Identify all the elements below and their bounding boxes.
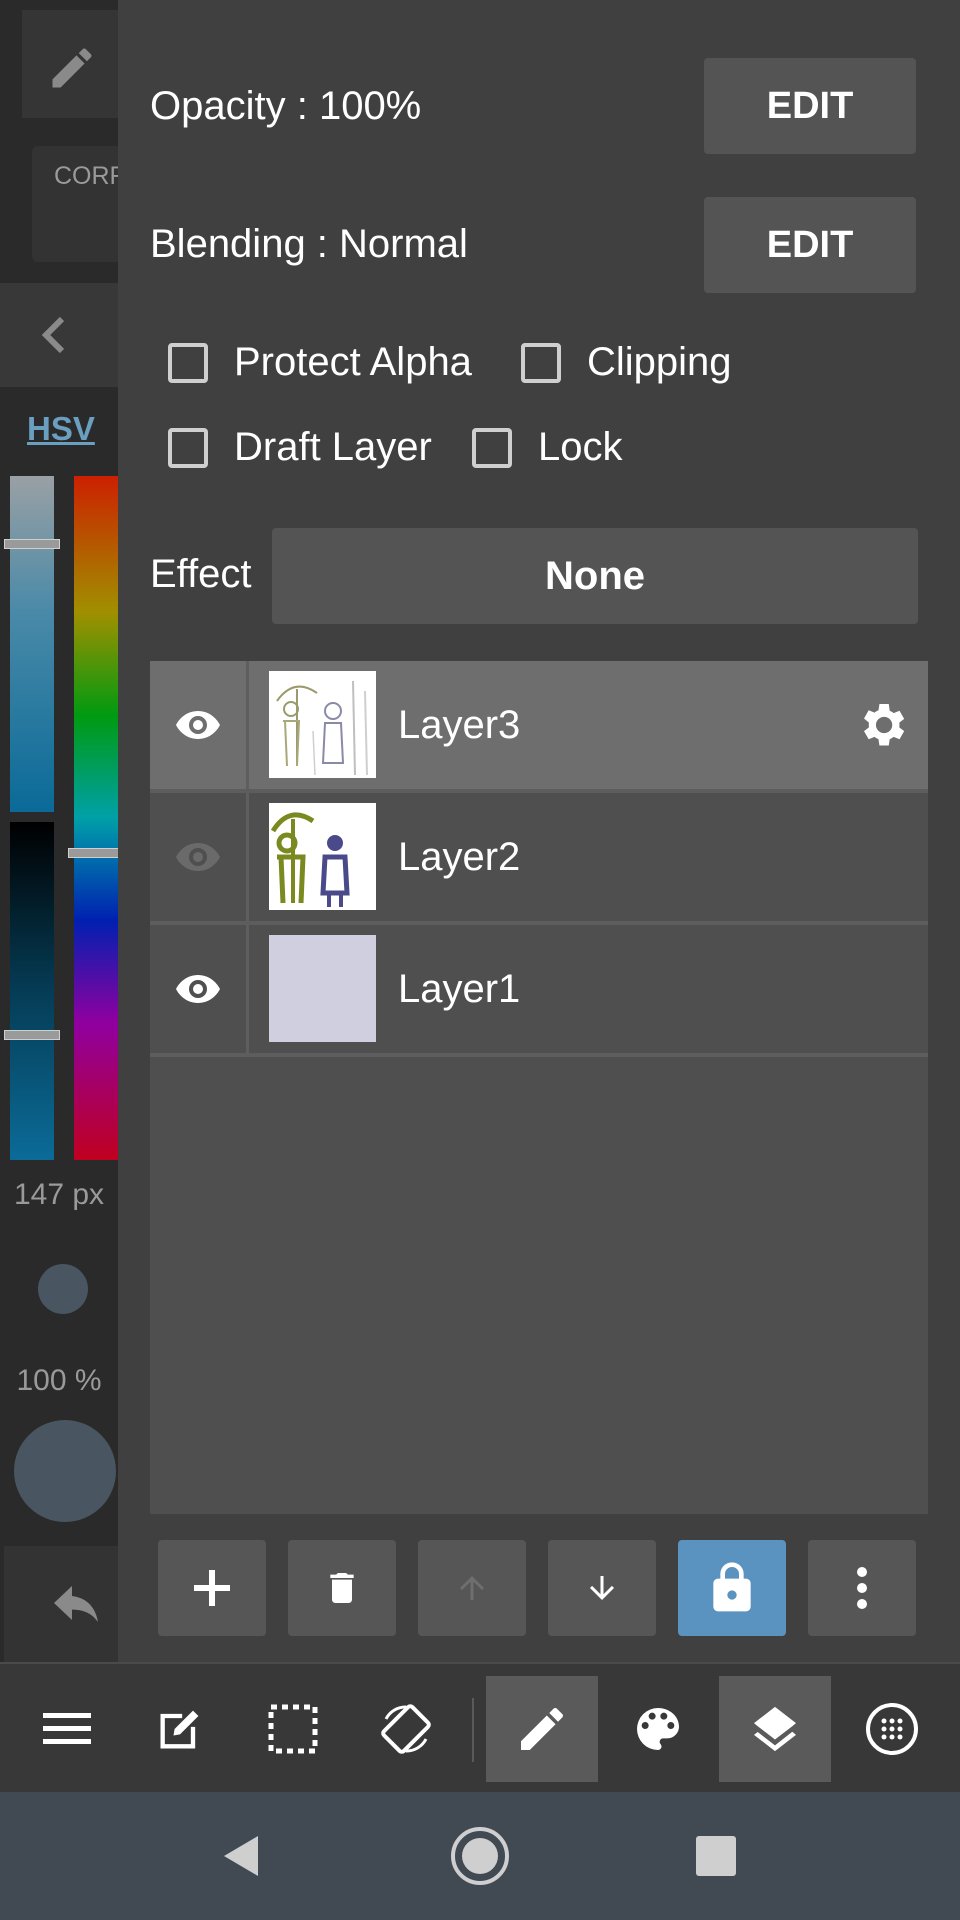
layer2-thumbnail — [269, 803, 376, 910]
visibility-eye-icon[interactable] — [174, 965, 222, 1013]
edit-square-icon — [160, 1710, 199, 1749]
row-divider — [246, 793, 249, 921]
lock-label: Lock — [538, 425, 623, 469]
nav-recents-button[interactable] — [676, 1816, 756, 1896]
correction-label: CORR — [54, 162, 118, 190]
arrow-up-icon — [460, 1576, 484, 1600]
layer-row-layer3[interactable]: Layer3 — [150, 661, 928, 793]
lock-checkbox[interactable] — [472, 427, 512, 468]
layers-icon — [754, 1706, 796, 1752]
opacity-edit-button[interactable]: EDIT — [704, 58, 916, 154]
clipping-label: Clipping — [587, 340, 732, 384]
layers-button[interactable] — [719, 1676, 831, 1782]
layer-row-layer2[interactable]: Layer2 — [150, 793, 928, 925]
opacity-label: Opacity : 100% — [150, 84, 422, 128]
hue-handle[interactable] — [68, 848, 118, 858]
palette-icon — [637, 1708, 679, 1750]
delete-layer-button[interactable] — [288, 1540, 396, 1636]
draft-layer-toggle[interactable]: Draft Layer — [168, 425, 432, 470]
draft-layer-label: Draft Layer — [234, 425, 432, 469]
main-toolbar — [0, 1662, 960, 1794]
saturation-handle[interactable] — [4, 539, 60, 549]
layer1-thumbnail — [269, 935, 376, 1042]
back-triangle-icon — [224, 1836, 258, 1876]
rotate-canvas-button[interactable] — [350, 1676, 462, 1782]
brush-opacity-value[interactable]: 100 % — [0, 1364, 118, 1398]
more-vertical-icon — [857, 1567, 867, 1609]
brush-opacity-preview — [14, 1420, 116, 1522]
toolbar-separator — [472, 1698, 474, 1762]
row-divider — [246, 661, 249, 789]
nav-home-button[interactable] — [440, 1816, 520, 1896]
layer-name: Layer1 — [398, 967, 521, 1011]
more-options-button[interactable] — [808, 1540, 916, 1636]
edit-button[interactable] — [124, 1676, 236, 1782]
hamburger-menu-icon — [43, 1713, 91, 1744]
effect-label: Effect — [150, 552, 252, 596]
brush-size-value[interactable]: 147 px — [0, 1178, 118, 1212]
pencil-mode-button[interactable] — [486, 1676, 598, 1782]
visibility-eye-icon[interactable] — [174, 833, 222, 881]
layer-list: Layer3 Layer2 Layer1 — [150, 661, 928, 1514]
arrow-down-icon — [590, 1576, 614, 1600]
lock-layer-button[interactable] — [678, 1540, 786, 1636]
hue-slider[interactable] — [68, 476, 118, 1160]
gear-icon[interactable] — [854, 697, 910, 753]
saturation-slider[interactable] — [4, 476, 60, 812]
selection-marquee-icon — [268, 1704, 318, 1754]
grid-circle-icon — [866, 1703, 918, 1755]
color-palette-button[interactable] — [602, 1676, 714, 1782]
clipping-checkbox[interactable] — [521, 342, 561, 383]
move-layer-down-button[interactable] — [548, 1540, 656, 1636]
layer-actions-toolbar — [150, 1540, 928, 1638]
layer-row-layer1[interactable]: Layer1 — [150, 925, 928, 1057]
system-navigation-bar — [0, 1792, 960, 1920]
chevron-left-icon — [41, 316, 65, 354]
grid-button[interactable] — [836, 1676, 948, 1782]
value-slider[interactable] — [4, 822, 60, 1160]
clipping-toggle[interactable]: Clipping — [521, 340, 732, 385]
draft-layer-checkbox[interactable] — [168, 427, 208, 468]
nav-back-button[interactable] — [200, 1816, 280, 1896]
color-mode-link[interactable]: HSV — [27, 410, 95, 448]
home-circle-icon — [451, 1827, 509, 1885]
left-tool-strip: CORR HSV 147 px 100 % — [0, 0, 118, 1662]
recents-square-icon — [696, 1836, 736, 1876]
pencil-icon — [52, 48, 92, 88]
lock-toggle[interactable]: Lock — [472, 425, 623, 470]
protect-alpha-checkbox[interactable] — [168, 342, 208, 383]
pencil-tool-button[interactable] — [22, 10, 118, 118]
undo-button[interactable] — [4, 1546, 118, 1662]
layer3-thumbnail — [269, 671, 376, 778]
protect-alpha-toggle[interactable]: Protect Alpha — [168, 340, 472, 385]
lock-icon — [713, 1562, 751, 1612]
blending-label: Blending : Normal — [150, 222, 468, 266]
menu-button[interactable] — [11, 1676, 123, 1782]
pencil-icon — [521, 1707, 564, 1750]
rotate-icon — [381, 1704, 431, 1754]
correction-panel[interactable]: CORR — [32, 146, 118, 262]
value-handle[interactable] — [4, 1030, 60, 1040]
trash-icon — [330, 1573, 354, 1603]
brush-size-preview — [38, 1264, 88, 1314]
undo-icon — [54, 1586, 98, 1622]
protect-alpha-label: Protect Alpha — [234, 340, 472, 384]
effect-select-button[interactable]: None — [272, 528, 918, 624]
visibility-eye-icon[interactable] — [174, 701, 222, 749]
add-layer-button[interactable] — [158, 1540, 266, 1636]
blending-edit-button[interactable]: EDIT — [704, 197, 916, 293]
layer-properties-panel: Opacity : 100% EDIT Blending : Normal ED… — [118, 0, 960, 1662]
plus-icon — [194, 1570, 230, 1606]
selection-button[interactable] — [237, 1676, 349, 1782]
row-divider — [246, 925, 249, 1053]
move-layer-up-button[interactable] — [418, 1540, 526, 1636]
layer-name: Layer3 — [398, 703, 521, 747]
layer-name: Layer2 — [398, 835, 521, 879]
collapse-sidebar-button[interactable] — [0, 283, 118, 387]
